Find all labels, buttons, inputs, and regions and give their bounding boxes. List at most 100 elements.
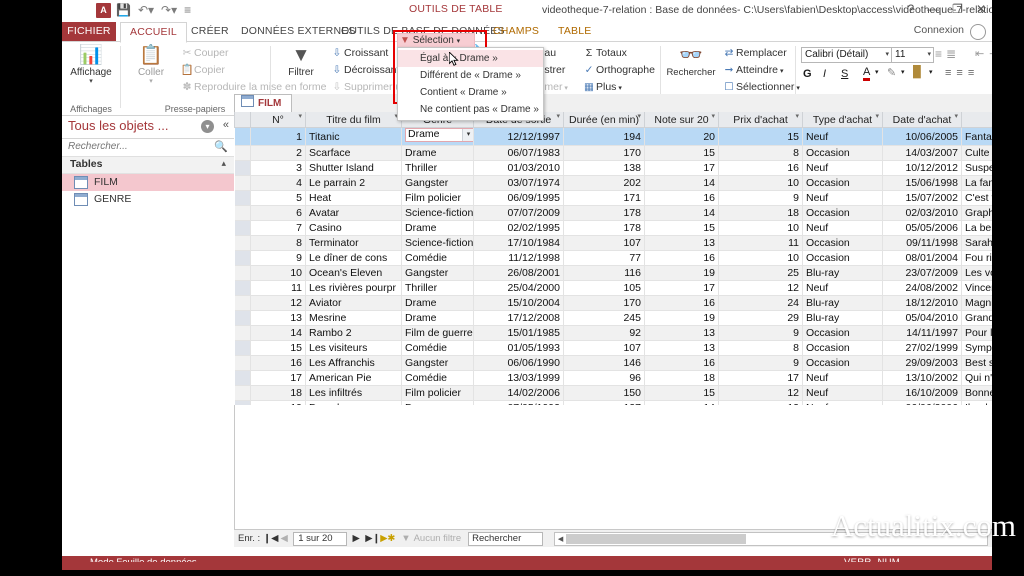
help-button[interactable]: ?	[907, 2, 914, 16]
cell-titre[interactable]: Les rivières pourpr	[305, 280, 402, 296]
cell-note[interactable]: 14	[644, 175, 719, 191]
couper-button[interactable]: ✂ Couper	[180, 47, 229, 60]
cell-date-achat[interactable]: 09/11/1998	[882, 235, 962, 251]
cell-date-achat[interactable]: 10/06/2005	[882, 127, 962, 146]
cell-duree[interactable]: 170	[563, 145, 645, 161]
cell-note[interactable]: 16	[644, 355, 719, 371]
cell-type-achat[interactable]: Neuf	[802, 370, 883, 386]
cell-duree[interactable]: 107	[563, 340, 645, 356]
cell-duree[interactable]: 92	[563, 325, 645, 341]
cell-titre[interactable]: Titanic	[305, 127, 402, 146]
cell-prix[interactable]: 8	[718, 340, 803, 356]
cell-titre[interactable]: Avatar	[305, 205, 402, 221]
cell-numero[interactable]: 17	[250, 370, 306, 386]
cell-date-achat[interactable]: 15/07/2002	[882, 190, 962, 206]
indent-buttons[interactable]: ⇤⇥	[975, 47, 992, 60]
column-header-prix[interactable]: Prix d'achat ▾	[718, 112, 803, 128]
cell-prix[interactable]: 10	[718, 175, 803, 191]
decrease-indent-icon[interactable]: ⇤	[975, 48, 989, 60]
row-selector[interactable]	[234, 385, 251, 401]
cell-prix[interactable]: 12	[718, 400, 803, 405]
cell-date-achat[interactable]: 05/05/2006	[882, 220, 962, 236]
cell-commentaire[interactable]: Best seller	[961, 355, 992, 371]
cell-commentaire[interactable]: Fantastique	[961, 127, 992, 146]
connection-label[interactable]: Connexion	[914, 24, 964, 36]
row-selector[interactable]	[234, 295, 251, 311]
cell-duree[interactable]: 178	[563, 220, 645, 236]
row-selector[interactable]	[234, 250, 251, 266]
row-selector[interactable]	[234, 175, 251, 191]
save-icon[interactable]: 💾	[116, 3, 131, 17]
menu-item-egal-a[interactable]: Égal à « Drame »	[398, 50, 543, 67]
table-row[interactable]: 8 Terminator Science-fiction 17/10/1984 107 1…	[234, 235, 992, 251]
cell-note[interactable]: 17	[644, 280, 719, 296]
user-account-icon[interactable]	[970, 24, 986, 40]
numbered-list-icon[interactable]: ≣	[946, 47, 960, 61]
cell-duree[interactable]: 146	[563, 355, 645, 371]
cell-titre[interactable]: Dracula	[305, 400, 402, 405]
cell-numero[interactable]: 8	[250, 235, 306, 251]
cell-genre[interactable]: Drame	[401, 145, 474, 161]
highlight-color-icon[interactable]: ✎	[887, 66, 896, 79]
cell-commentaire[interactable]: Bonne soirée en persp	[961, 385, 992, 401]
cell-prix[interactable]: 25	[718, 265, 803, 281]
selectionner-button[interactable]: ☐ Sélectionner ▾	[722, 81, 800, 95]
cell-note[interactable]: 16	[644, 250, 719, 266]
italic-button[interactable]: I	[823, 68, 826, 80]
search-input[interactable]	[66, 140, 210, 153]
cell-prix[interactable]: 16	[718, 160, 803, 176]
bold-button[interactable]: G	[803, 68, 812, 80]
cell-type-achat[interactable]: Blu-ray	[802, 310, 883, 326]
cell-genre[interactable]: Film de guerre	[401, 325, 474, 341]
row-selector[interactable]	[234, 145, 251, 161]
cell-prix[interactable]: 8	[718, 145, 803, 161]
row-selector[interactable]	[234, 235, 251, 251]
cell-numero[interactable]: 18	[250, 385, 306, 401]
cell-type-achat[interactable]: Occasion	[802, 325, 883, 341]
cell-date-achat[interactable]: 10/12/2012	[882, 160, 962, 176]
cell-type-achat[interactable]: Neuf	[802, 127, 883, 146]
cell-note[interactable]: 16	[644, 295, 719, 311]
table-row[interactable]: 18 Les infiltrés Film policier 14/02/2006 15…	[234, 385, 992, 401]
table-row[interactable]: 9 Le dîner de cons Comédie 11/12/1998 77 16 10…	[234, 250, 992, 266]
cell-numero[interactable]: 13	[250, 310, 306, 326]
table-row[interactable]: 1 Titanic Drame ▾ 12/12/1997 194 20 15 Neuf 10/06…	[234, 127, 992, 146]
minimize-button[interactable]: —	[927, 2, 939, 16]
cell-type-achat[interactable]: Blu-ray	[802, 265, 883, 281]
cell-genre[interactable]: Comédie	[401, 370, 474, 386]
cell-type-achat[interactable]: Occasion	[802, 340, 883, 356]
cell-genre[interactable]: Science-fiction	[401, 235, 474, 251]
cell-titre[interactable]: Les Affranchis	[305, 355, 402, 371]
align-buttons[interactable]: ≡≡≡	[945, 67, 979, 79]
cell-titre[interactable]: Les infiltrés	[305, 385, 402, 401]
cell-date-sortie[interactable]: 15/10/2004	[473, 295, 564, 311]
cell-numero[interactable]: 10	[250, 265, 306, 281]
table-row[interactable]: 17 American Pie Comédie 13/03/1999 96 18 17 Neu…	[234, 370, 992, 386]
cell-date-achat[interactable]: 24/08/2002	[882, 280, 962, 296]
tab-creer[interactable]: CRÉER	[182, 22, 238, 41]
cell-genre[interactable]: Thriller	[401, 280, 474, 296]
cell-genre[interactable]: Gangster	[401, 175, 474, 191]
cell-date-sortie[interactable]: 01/05/1993	[473, 340, 564, 356]
align-left-icon[interactable]: ≡	[945, 67, 956, 79]
row-selector[interactable]	[234, 190, 251, 206]
cell-commentaire[interactable]: Magnifique biographie	[961, 295, 992, 311]
cell-type-achat[interactable]: Neuf	[802, 385, 883, 401]
cell-type-achat[interactable]: Occasion	[802, 205, 883, 221]
cell-note[interactable]: 16	[644, 190, 719, 206]
cell-prix[interactable]: 9	[718, 190, 803, 206]
affichage-button[interactable]: 📊 Affichage ▾	[64, 45, 118, 85]
table-row[interactable]: 6 Avatar Science-fiction 07/07/2009 178 14 18 O…	[234, 205, 992, 221]
genre-combobox[interactable]: Drame ▾	[405, 128, 473, 142]
cell-type-achat[interactable]: Occasion	[802, 175, 883, 191]
cell-type-achat[interactable]: Occasion	[802, 355, 883, 371]
cell-note[interactable]: 19	[644, 265, 719, 281]
cell-commentaire[interactable]: Suspense jusqu'au bou	[961, 160, 992, 176]
cell-note[interactable]: 13	[644, 235, 719, 251]
next-record-button[interactable]: ▶	[350, 533, 362, 544]
cell-prix[interactable]: 10	[718, 220, 803, 236]
row-selector[interactable]	[234, 127, 251, 146]
cell-commentaire[interactable]: Graphismes époustouf	[961, 205, 992, 221]
filtrer-button[interactable]: ▼ Filtrer	[274, 45, 328, 78]
tab-champs[interactable]: CHAMPS	[484, 22, 548, 41]
